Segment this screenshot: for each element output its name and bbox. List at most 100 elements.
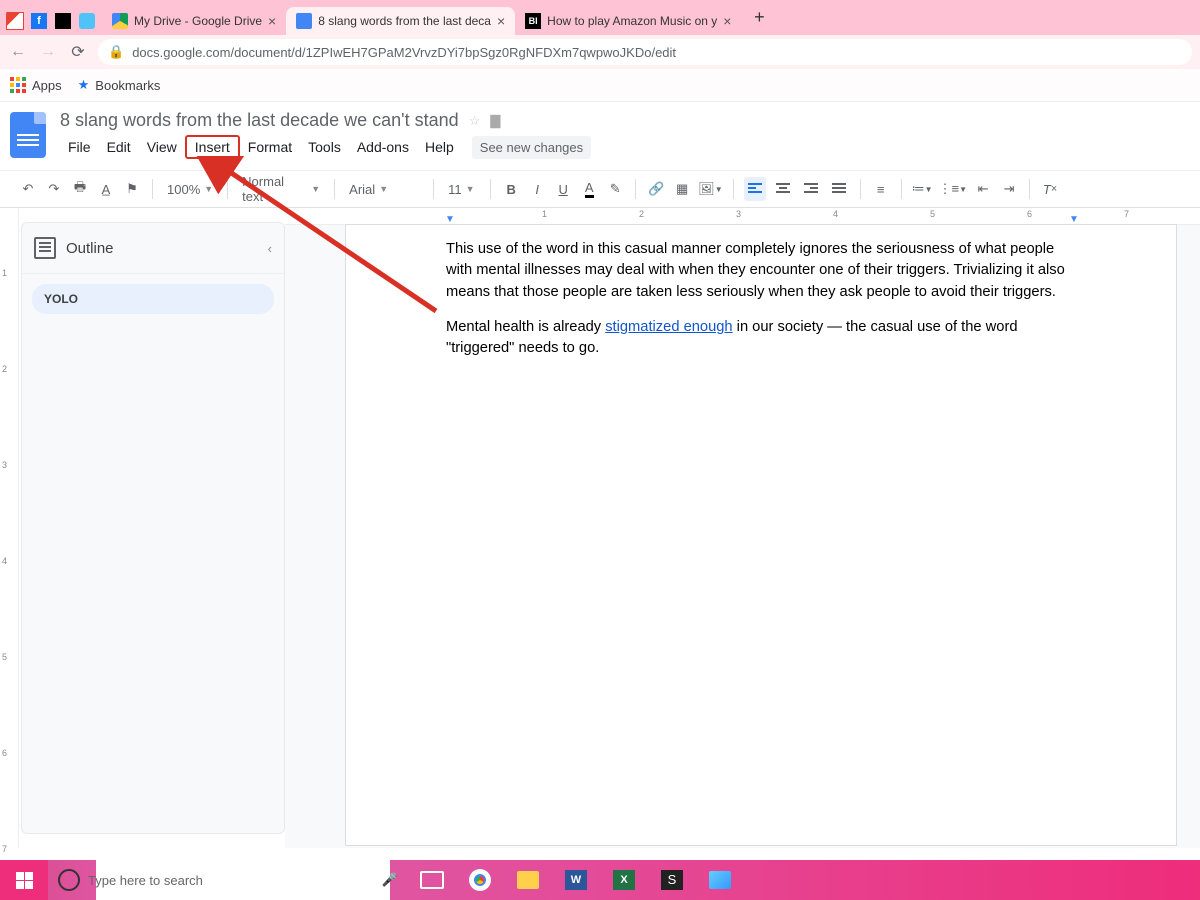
insert-link-button[interactable]: 🔗: [646, 177, 666, 201]
star-document-icon[interactable]: ☆: [469, 113, 481, 129]
star-icon: ★: [78, 77, 90, 93]
outline-icon: [34, 237, 56, 259]
menu-view[interactable]: View: [139, 135, 185, 159]
paragraph[interactable]: This use of the word in this casual mann…: [446, 239, 1066, 303]
increase-indent-button[interactable]: ⇥: [999, 177, 1019, 201]
italic-button[interactable]: I: [527, 177, 547, 201]
windows-logo-icon: [16, 872, 33, 889]
redo-button[interactable]: ↷: [44, 177, 64, 201]
taskbar-app-generic[interactable]: S: [648, 860, 696, 900]
bookmarks-shortcut[interactable]: ★ Bookmarks: [78, 77, 161, 93]
close-icon[interactable]: ×: [268, 13, 276, 29]
taskview-icon: [420, 871, 444, 889]
menu-help[interactable]: Help: [417, 135, 462, 159]
back-button[interactable]: ←: [8, 43, 28, 61]
lock-icon: 🔒: [108, 44, 124, 60]
menu-edit[interactable]: Edit: [99, 135, 139, 159]
hyperlink[interactable]: stigmatized enough: [605, 319, 732, 335]
menu-tools[interactable]: Tools: [300, 135, 349, 159]
new-tab-button[interactable]: +: [747, 7, 771, 28]
microphone-icon[interactable]: 🎤: [382, 872, 398, 888]
page-content[interactable]: This use of the word in this casual mann…: [346, 225, 1086, 394]
underline-button[interactable]: U: [553, 177, 573, 201]
paragraph[interactable]: Mental health is already stigmatized eno…: [446, 317, 1066, 360]
photos-icon: [709, 871, 731, 889]
pinned-tab-app1[interactable]: [54, 7, 78, 35]
word-icon: W: [565, 870, 587, 890]
tab-docs[interactable]: 8 slang words from the last deca ×: [286, 7, 515, 35]
taskbar-app-photos[interactable]: [696, 860, 744, 900]
highlight-button[interactable]: ✎: [605, 177, 625, 201]
outline-title: Outline: [66, 240, 258, 257]
insert-image-button[interactable]: 🖼▼: [698, 177, 722, 201]
bold-button[interactable]: B: [501, 177, 521, 201]
line-spacing-button[interactable]: ≡: [871, 177, 891, 201]
bookmark-bar: Apps ★ Bookmarks: [0, 69, 1200, 102]
docs-icon: [296, 13, 312, 29]
task-view-button[interactable]: [408, 860, 456, 900]
outline-item[interactable]: YOLO: [32, 284, 274, 314]
apps-shortcut[interactable]: Apps: [10, 77, 62, 93]
menu-format[interactable]: Format: [240, 135, 300, 159]
document-title[interactable]: 8 slang words from the last decade we ca…: [60, 110, 459, 131]
drive-icon: [112, 13, 128, 29]
bi-icon: BI: [525, 13, 541, 29]
align-center-button[interactable]: [772, 177, 794, 201]
bulleted-list-button[interactable]: ⋮≡▼: [939, 177, 968, 201]
url-text: docs.google.com/document/d/1ZPIwEH7GPaM2…: [132, 45, 676, 60]
outline-panel: Outline ‹ YOLO: [21, 222, 285, 834]
url-field[interactable]: 🔒 docs.google.com/document/d/1ZPIwEH7GPa…: [98, 39, 1192, 65]
text-color-button[interactable]: A: [579, 177, 599, 201]
tab-title: 8 slang words from the last deca: [318, 14, 491, 28]
formatting-toolbar: ↶ ↷ 🖶 A̲ ⚑ 100%▼ Normal text▼ Arial▼ 11▼…: [0, 170, 1200, 208]
collapse-outline-icon[interactable]: ‹: [268, 241, 272, 256]
taskbar-app-excel[interactable]: X: [600, 860, 648, 900]
numbered-list-button[interactable]: ≔▼: [912, 177, 933, 201]
tab-title: How to play Amazon Music on y: [547, 14, 717, 28]
chrome-icon: [469, 869, 491, 891]
start-button[interactable]: [0, 860, 48, 900]
align-left-button[interactable]: [744, 177, 766, 201]
move-folder-icon[interactable]: ▇: [490, 113, 500, 129]
pinned-tab-facebook[interactable]: f: [30, 7, 54, 35]
taskbar-search[interactable]: Type here to search 🎤: [48, 860, 408, 900]
taskbar-app-word[interactable]: W: [552, 860, 600, 900]
menu-bar: File Edit View Insert Format Tools Add-o…: [60, 135, 591, 159]
apps-grid-icon: [10, 77, 26, 93]
spellcheck-button[interactable]: A̲: [96, 177, 116, 201]
pinned-tab-app2[interactable]: [78, 7, 102, 35]
menu-addons[interactable]: Add-ons: [349, 135, 417, 159]
styles-dropdown[interactable]: Normal text▼: [238, 174, 324, 204]
paint-format-button[interactable]: ⚑: [122, 177, 142, 201]
document-page[interactable]: This use of the word in this casual mann…: [345, 224, 1177, 846]
insert-comment-button[interactable]: ▦: [672, 177, 692, 201]
close-icon[interactable]: ×: [723, 13, 731, 29]
tab-drive[interactable]: My Drive - Google Drive ×: [102, 7, 286, 35]
apps-label: Apps: [32, 78, 62, 93]
print-button[interactable]: 🖶: [70, 177, 90, 201]
docs-header: 8 slang words from the last decade we ca…: [0, 102, 1200, 170]
taskbar-app-explorer[interactable]: [504, 860, 552, 900]
font-dropdown[interactable]: Arial▼: [345, 182, 423, 197]
see-new-changes[interactable]: See new changes: [472, 136, 591, 159]
menu-file[interactable]: File: [60, 135, 99, 159]
close-icon[interactable]: ×: [497, 13, 505, 29]
forward-button[interactable]: →: [38, 43, 58, 61]
zoom-dropdown[interactable]: 100%▼: [163, 182, 217, 197]
document-canvas: ▼ 1 2 3 4 5 6 ▼ 7 This use of the word i…: [285, 208, 1200, 848]
docs-logo-icon[interactable]: [10, 112, 46, 158]
clear-formatting-button[interactable]: T×: [1040, 177, 1060, 201]
undo-button[interactable]: ↶: [18, 177, 38, 201]
fontsize-dropdown[interactable]: 11▼: [444, 182, 480, 197]
cortana-icon: [58, 869, 80, 891]
pinned-tab-gmail[interactable]: [6, 7, 30, 35]
reload-button[interactable]: ⟳: [68, 42, 88, 62]
decrease-indent-button[interactable]: ⇤: [973, 177, 993, 201]
taskbar-app-chrome[interactable]: [456, 860, 504, 900]
align-justify-button[interactable]: [828, 177, 850, 201]
tab-bi[interactable]: BI How to play Amazon Music on y ×: [515, 7, 741, 35]
app-icon: S: [661, 870, 683, 890]
app-icon: [79, 13, 95, 29]
menu-insert[interactable]: Insert: [185, 135, 240, 159]
align-right-button[interactable]: [800, 177, 822, 201]
